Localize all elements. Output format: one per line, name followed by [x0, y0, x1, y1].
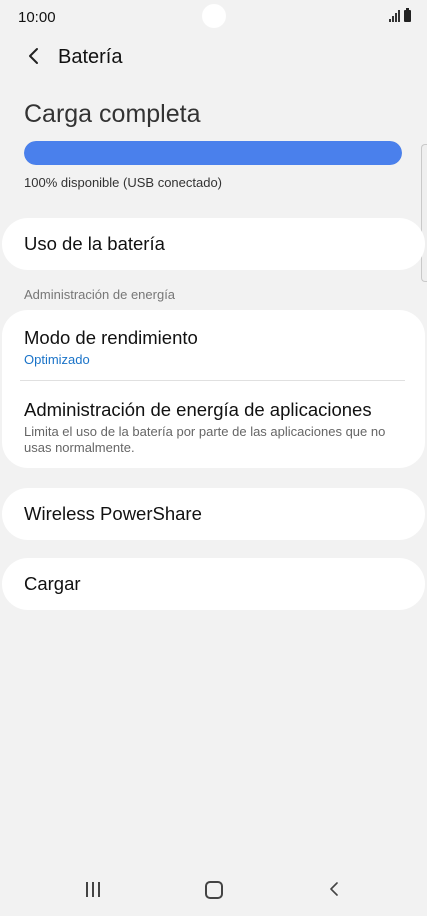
camera-cutout — [202, 4, 226, 28]
charge-status: 100% disponible (USB conectado) — [24, 175, 223, 190]
battery-progress-fill — [24, 141, 402, 165]
app-power-management-description: Limita el uso de la batería por parte de… — [24, 424, 386, 455]
performance-mode-item[interactable]: Modo de rendimiento Optimizado — [24, 327, 403, 367]
performance-mode-value: Optimizado — [24, 352, 90, 367]
wireless-powershare-label: Wireless PowerShare — [24, 503, 202, 524]
app-power-management-label: Administración de energía de aplicacione… — [24, 399, 372, 420]
status-icons — [389, 8, 411, 22]
battery-progress-bar — [24, 141, 402, 165]
wireless-powershare-card[interactable]: Wireless PowerShare — [2, 488, 425, 540]
chevron-left-icon[interactable] — [24, 46, 44, 66]
home-icon[interactable] — [205, 881, 223, 899]
app-header: Batería — [0, 38, 427, 74]
scroll-indicator[interactable] — [421, 144, 427, 282]
divider — [20, 380, 405, 381]
battery-icon — [404, 8, 411, 22]
signal-icon — [389, 10, 400, 22]
performance-mode-label: Modo de rendimiento — [24, 327, 198, 348]
charging-card[interactable]: Cargar — [2, 558, 425, 610]
status-time: 10:00 — [18, 9, 56, 26]
charge-title: Carga completa — [24, 100, 201, 128]
charging-label: Cargar — [24, 573, 81, 594]
app-power-management-item[interactable]: Administración de energía de aplicacione… — [24, 399, 403, 456]
battery-usage-card[interactable]: Uso de la batería — [2, 218, 425, 270]
back-icon[interactable] — [326, 881, 342, 897]
power-management-card: Modo de rendimiento Optimizado Administr… — [2, 310, 425, 468]
page-title: Batería — [58, 46, 123, 68]
recents-icon[interactable] — [86, 882, 100, 897]
battery-usage-label: Uso de la batería — [24, 233, 165, 254]
status-bar: 10:00 — [0, 0, 427, 34]
battery-usage-item[interactable]: Uso de la batería — [24, 233, 403, 255]
charging-item[interactable]: Cargar — [24, 573, 403, 595]
wireless-powershare-item[interactable]: Wireless PowerShare — [24, 503, 403, 525]
navigation-bar — [0, 864, 427, 916]
section-label-power: Administración de energía — [24, 287, 176, 302]
